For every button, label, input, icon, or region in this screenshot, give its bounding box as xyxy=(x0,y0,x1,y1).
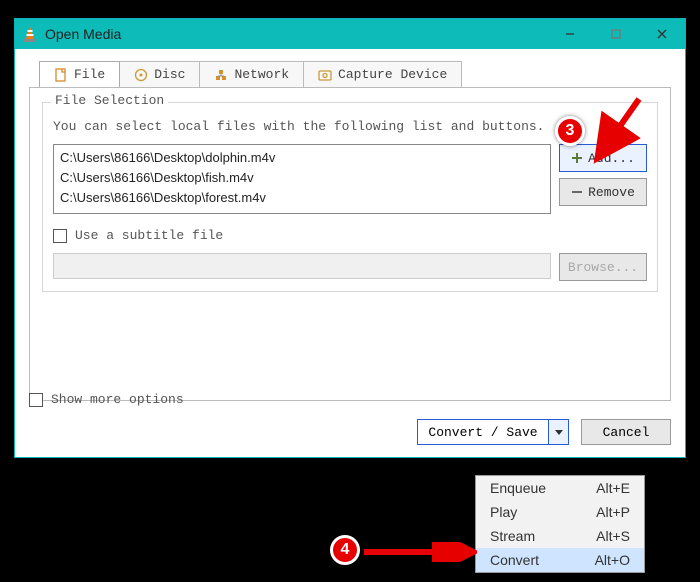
chevron-down-icon xyxy=(554,427,564,437)
tab-network-label: Network xyxy=(234,67,289,82)
tabs: File Disc Network Capture Device xyxy=(39,61,671,87)
tab-disc-label: Disc xyxy=(154,67,185,82)
network-icon xyxy=(214,68,228,82)
browse-button: Browse... xyxy=(559,253,647,281)
cancel-button[interactable]: Cancel xyxy=(581,419,671,445)
subtitle-checkbox[interactable] xyxy=(53,229,67,243)
titlebar: Open Media xyxy=(15,19,685,49)
window-title: Open Media xyxy=(45,26,121,42)
disc-icon xyxy=(134,68,148,82)
tab-file[interactable]: File xyxy=(39,61,120,87)
more-options-checkbox[interactable] xyxy=(29,393,43,407)
cancel-button-label: Cancel xyxy=(603,425,650,440)
remove-button-label: Remove xyxy=(588,185,635,200)
annotation-badge-3: 3 xyxy=(555,116,585,146)
menu-item-stream[interactable]: Stream Alt+S xyxy=(476,524,644,548)
file-selection-legend: File Selection xyxy=(51,93,168,108)
remove-button[interactable]: Remove xyxy=(559,178,647,206)
tab-file-label: File xyxy=(74,67,105,82)
annotation-arrow-4 xyxy=(362,542,477,562)
menu-item-shortcut: Alt+E xyxy=(596,480,630,496)
vlc-icon xyxy=(23,26,37,42)
capture-device-icon xyxy=(318,68,332,82)
convert-save-label: Convert / Save xyxy=(418,420,548,444)
subtitle-checkbox-row[interactable]: Use a subtitle file xyxy=(53,228,647,243)
close-button[interactable] xyxy=(639,19,685,49)
annotation-arrow-3 xyxy=(584,94,654,164)
convert-save-dropdown-toggle[interactable] xyxy=(548,420,568,444)
tab-capture[interactable]: Capture Device xyxy=(303,61,462,87)
more-options-label: Show more options xyxy=(51,392,184,407)
menu-item-shortcut: Alt+S xyxy=(596,528,630,544)
subtitle-checkbox-label: Use a subtitle file xyxy=(75,228,223,243)
show-more-options-row[interactable]: Show more options xyxy=(29,392,184,407)
menu-item-label: Stream xyxy=(490,528,535,544)
menu-item-label: Play xyxy=(490,504,517,520)
convert-save-menu: Enqueue Alt+E Play Alt+P Stream Alt+S Co… xyxy=(475,475,645,573)
list-item[interactable]: C:\Users\86166\Desktop\dolphin.m4v xyxy=(60,148,544,168)
tab-disc[interactable]: Disc xyxy=(119,61,200,87)
menu-item-label: Convert xyxy=(490,552,539,568)
minus-icon xyxy=(571,186,583,198)
menu-item-label: Enqueue xyxy=(490,480,546,496)
list-item[interactable]: C:\Users\86166\Desktop\forest.m4v xyxy=(60,188,544,208)
subtitle-path-field xyxy=(53,253,551,279)
tab-network[interactable]: Network xyxy=(199,61,304,87)
tab-capture-label: Capture Device xyxy=(338,67,447,82)
open-media-window: Open Media File Disc Network xyxy=(14,18,686,458)
file-list[interactable]: C:\Users\86166\Desktop\dolphin.m4v C:\Us… xyxy=(53,144,551,214)
convert-save-button[interactable]: Convert / Save xyxy=(417,419,569,445)
annotation-badge-4: 4 xyxy=(330,535,360,565)
menu-item-shortcut: Alt+O xyxy=(595,552,630,568)
maximize-button[interactable] xyxy=(593,19,639,49)
list-item[interactable]: C:\Users\86166\Desktop\fish.m4v xyxy=(60,168,544,188)
minimize-button[interactable] xyxy=(547,19,593,49)
browse-button-label: Browse... xyxy=(568,260,638,275)
plus-icon xyxy=(571,152,583,164)
menu-item-enqueue[interactable]: Enqueue Alt+E xyxy=(476,476,644,500)
menu-item-convert[interactable]: Convert Alt+O xyxy=(476,548,644,572)
menu-item-play[interactable]: Play Alt+P xyxy=(476,500,644,524)
file-icon xyxy=(54,68,68,82)
menu-item-shortcut: Alt+P xyxy=(596,504,630,520)
